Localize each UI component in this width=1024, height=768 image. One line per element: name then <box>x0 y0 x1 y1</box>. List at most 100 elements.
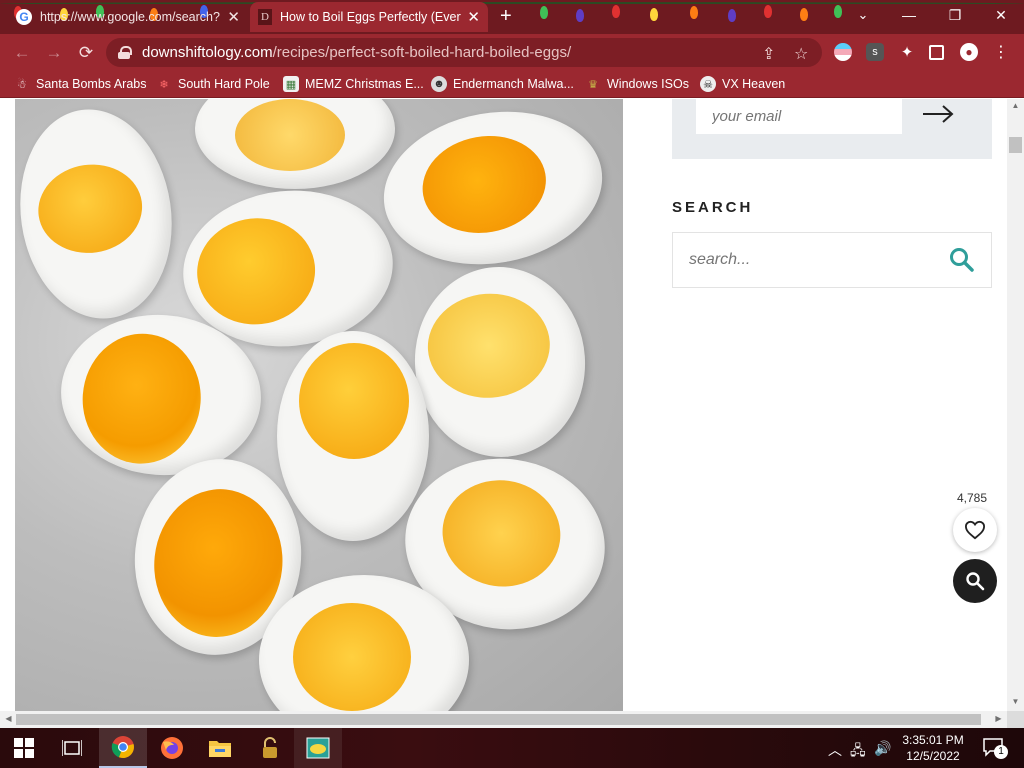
clock-date: 12/5/2022 <box>906 749 960 763</box>
bookmark-windows-isos[interactable]: ♛ Windows ISOs <box>585 76 689 92</box>
network-icon[interactable]: 🖧 <box>850 740 866 764</box>
boiled-eggs-photo <box>15 99 623 711</box>
arrow-right-icon <box>923 105 954 123</box>
task-view-button[interactable] <box>48 728 96 768</box>
bookmark-label: Endermanch Malwa... <box>453 77 574 91</box>
firefox-icon <box>161 737 183 759</box>
scroll-down-arrow-icon[interactable]: ▼ <box>1007 697 1024 709</box>
tab-search-chevron-icon[interactable]: ⌄ <box>840 0 886 30</box>
search-form <box>672 232 992 288</box>
side-panel-icon[interactable] <box>929 45 944 60</box>
horizontal-scroll-thumb[interactable] <box>16 714 981 725</box>
back-button[interactable]: ← <box>10 41 34 65</box>
christmas-light <box>612 5 620 18</box>
share-icon[interactable]: ⇪ <box>762 44 775 64</box>
scroll-up-arrow-icon[interactable]: ▲ <box>1007 101 1024 113</box>
memz-icon: ▦ <box>283 76 299 92</box>
christmas-light <box>576 9 584 22</box>
vertical-scrollbar[interactable]: ▲ ▼ <box>1007 99 1024 711</box>
menu-kebab-icon[interactable]: ⋮ <box>992 43 1010 61</box>
forward-button[interactable]: → <box>42 41 66 65</box>
app-window-icon <box>306 737 330 759</box>
close-window-button[interactable]: ✕ <box>978 0 1024 30</box>
email-submit-button[interactable] <box>920 99 956 129</box>
downshiftology-favicon: D <box>258 9 272 25</box>
taskbar-file-explorer[interactable] <box>196 728 244 768</box>
tab-title: https://www.google.com/search? <box>40 10 220 24</box>
bookmark-label: VX Heaven <box>722 77 786 91</box>
folder-icon <box>209 741 231 757</box>
like-button[interactable] <box>953 508 997 552</box>
notifications-button[interactable]: 1 <box>982 737 1008 760</box>
windows-logo-icon <box>14 738 34 758</box>
bookmark-memz-christmas[interactable]: ▦ MEMZ Christmas E... <box>283 76 424 92</box>
bookmark-label: Windows ISOs <box>607 77 689 91</box>
santa-icon: ☃ <box>17 78 27 91</box>
egg-half <box>277 331 429 541</box>
vertical-scroll-thumb[interactable] <box>1009 137 1022 153</box>
christmas-light <box>650 8 658 21</box>
tab-title: How to Boil Eggs Perfectly (Every <box>280 10 462 24</box>
notification-count-badge: 1 <box>994 745 1008 759</box>
lock-icon <box>118 46 132 59</box>
bookmarks-bar: ☃ Santa Bombs Arabs ❄ South Hard Pole ▦ … <box>0 71 1024 98</box>
email-field[interactable] <box>696 99 902 134</box>
scroll-left-arrow-icon[interactable]: ◀ <box>0 714 17 726</box>
close-tab-icon[interactable]: ✕ <box>467 8 480 26</box>
snowflake-icon: ❄ <box>159 78 169 91</box>
christmas-light <box>728 9 736 22</box>
windows-taskbar: ︿ 🖧 🔊 3:35:01 PM 12/5/2022 1 <box>0 728 1024 768</box>
taskbar-lock-app[interactable] <box>246 728 294 768</box>
christmas-light <box>800 8 808 21</box>
bookmark-vx-heaven[interactable]: ☠ VX Heaven <box>700 76 785 92</box>
volume-icon[interactable]: 🔊 <box>874 740 891 757</box>
extension-flag-icon[interactable] <box>834 43 852 61</box>
taskbar-clock[interactable]: 3:35:01 PM 12/5/2022 <box>896 732 970 764</box>
bookmark-santa-bombs-arabs[interactable]: ☃ Santa Bombs Arabs <box>14 76 146 92</box>
egg-half <box>408 261 592 463</box>
taskbar-chrome[interactable] <box>99 728 147 768</box>
profile-avatar-icon[interactable]: ● <box>960 43 978 61</box>
scrollbar-corner <box>1007 711 1024 728</box>
restore-button[interactable]: ❐ <box>932 0 978 30</box>
floating-search-button[interactable] <box>953 559 997 603</box>
address-bar[interactable]: downshiftology.com/recipes/perfect-soft-… <box>106 38 822 67</box>
christmas-light <box>690 6 698 19</box>
extension-s-icon[interactable]: s <box>866 43 884 61</box>
christmas-light <box>540 6 548 19</box>
bookmark-endermanch-malware[interactable]: ☻ Endermanch Malwa... <box>431 76 574 92</box>
endermanch-icon: ☻ <box>431 76 447 92</box>
search-icon <box>950 248 974 272</box>
bookmark-south-hard-pole[interactable]: ❄ South Hard Pole <box>156 76 269 92</box>
bookmark-star-icon[interactable]: ☆ <box>794 44 808 64</box>
windows-iso-icon: ♛ <box>588 78 598 91</box>
new-tab-button[interactable]: + <box>500 6 512 26</box>
bookmark-label: MEMZ Christmas E... <box>305 77 424 91</box>
search-icon <box>966 572 985 591</box>
bookmark-label: Santa Bombs Arabs <box>36 77 147 91</box>
tray-overflow-icon[interactable]: ︿ <box>828 740 842 760</box>
tab-google-search[interactable]: G https://www.google.com/search? ✕ <box>8 2 248 32</box>
start-button[interactable] <box>0 728 48 768</box>
clock-time: 3:35:01 PM <box>902 733 964 747</box>
reload-button[interactable]: ⟳ <box>74 41 98 65</box>
tab-boil-eggs[interactable]: D How to Boil Eggs Perfectly (Every ✕ <box>250 2 488 32</box>
extensions-puzzle-icon[interactable]: ✦ <box>898 43 916 61</box>
task-view-icon <box>62 740 82 756</box>
christmas-light <box>764 5 772 18</box>
browser-toolbar: ← → ⟳ downshiftology.com/recipes/perfect… <box>0 34 1024 71</box>
taskbar-firefox[interactable] <box>148 728 196 768</box>
scroll-right-arrow-icon[interactable]: ▶ <box>990 714 1007 726</box>
like-count: 4,785 <box>957 491 988 505</box>
search-heading: SEARCH <box>672 199 754 216</box>
newsletter-signup <box>672 99 992 159</box>
horizontal-scrollbar[interactable]: ◀ ▶ <box>0 711 1007 728</box>
minimize-button[interactable]: — <box>886 0 932 30</box>
search-input[interactable] <box>673 233 933 287</box>
search-button[interactable] <box>949 247 977 275</box>
close-tab-icon[interactable]: ✕ <box>227 8 240 26</box>
egg-half <box>195 99 395 189</box>
padlock-icon <box>263 737 277 758</box>
taskbar-app[interactable] <box>294 728 342 768</box>
url-path: /recipes/perfect-soft-boiled-hard-boiled… <box>272 44 572 61</box>
